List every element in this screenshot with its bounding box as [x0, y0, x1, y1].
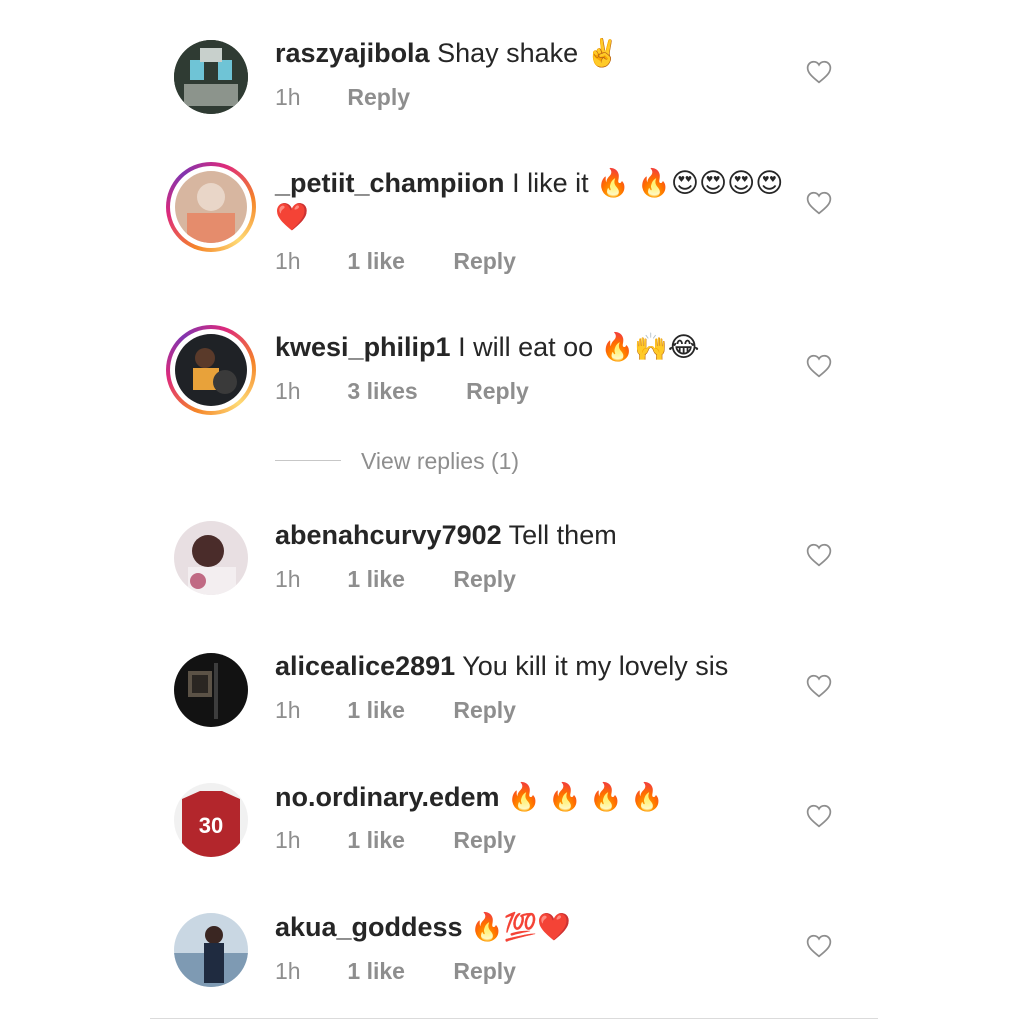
view-replies-label[interactable]: View replies (1) [361, 448, 519, 475]
heart-outline-icon[interactable] [806, 804, 832, 828]
reply-button[interactable]: Reply [347, 84, 410, 111]
replies-divider [275, 460, 341, 461]
avatar[interactable] [174, 653, 248, 727]
comment-meta: 1h 3 likes Reply [275, 378, 529, 405]
comment-meta: 1h 1 like Reply [275, 697, 516, 724]
comment-text: Tell them [508, 520, 617, 550]
comment-text: I will eat oo 🔥🙌😂 [458, 332, 700, 362]
comment-username[interactable]: abenahcurvy7902 [275, 520, 502, 550]
reply-button[interactable]: Reply [453, 248, 516, 275]
comment-text: You kill it my lovely sis [462, 651, 729, 681]
comment-text: 🔥💯❤️ [470, 912, 571, 942]
avatar-image [174, 913, 248, 987]
avatar-image: 30 [174, 783, 248, 857]
comment-likes[interactable]: 3 likes [347, 378, 417, 405]
comments-list: raszyajibola Shay shake ✌️ 1h Reply _pet… [0, 0, 1024, 1024]
comment-meta: 1h 1 like Reply [275, 958, 516, 985]
avatar[interactable] [174, 40, 248, 114]
comment-body: kwesi_philip1 I will eat oo 🔥🙌😂 [275, 330, 785, 364]
comment-body: no.ordinary.edem 🔥 🔥 🔥 🔥 [275, 780, 785, 814]
comment-time: 1h [275, 958, 301, 984]
avatar-image [175, 334, 247, 406]
avatar[interactable] [166, 325, 256, 415]
comment-username[interactable]: alicealice2891 [275, 651, 455, 681]
divider [150, 1018, 878, 1019]
comment-body: akua_goddess 🔥💯❤️ [275, 910, 785, 944]
avatar[interactable] [174, 913, 248, 987]
heart-outline-icon[interactable] [806, 354, 832, 378]
comment-time: 1h [275, 248, 301, 274]
avatar[interactable]: 30 [174, 783, 248, 857]
comment-username[interactable]: raszyajibola [275, 38, 430, 68]
comment-time: 1h [275, 566, 301, 592]
heart-outline-icon[interactable] [806, 934, 832, 958]
reply-button[interactable]: Reply [466, 378, 529, 405]
comment-likes[interactable]: 1 like [347, 827, 405, 854]
comment-text: Shay shake ✌️ [437, 38, 620, 68]
comment-meta: 1h 1 like Reply [275, 566, 516, 593]
comment-body: abenahcurvy7902 Tell them [275, 518, 785, 552]
comment-username[interactable]: no.ordinary.edem [275, 782, 500, 812]
avatar-image [174, 40, 248, 114]
avatar-image [175, 171, 247, 243]
comment-meta: 1h Reply [275, 84, 410, 111]
comment-username[interactable]: akua_goddess [275, 912, 463, 942]
comment-time: 1h [275, 378, 301, 404]
reply-button[interactable]: Reply [453, 566, 516, 593]
comment-time: 1h [275, 827, 301, 853]
comment-body: alicealice2891 You kill it my lovely sis [275, 649, 785, 683]
reply-button[interactable]: Reply [453, 827, 516, 854]
heart-outline-icon[interactable] [806, 674, 832, 698]
avatar-image [174, 653, 248, 727]
comment-meta: 1h 1 like Reply [275, 827, 516, 854]
heart-outline-icon[interactable] [806, 60, 832, 84]
comment-time: 1h [275, 697, 301, 723]
heart-outline-icon[interactable] [806, 191, 832, 215]
comment-meta: 1h 1 like Reply [275, 248, 516, 275]
comment-username[interactable]: _petiit_champiion [275, 168, 505, 198]
avatar[interactable] [174, 521, 248, 595]
comment-time: 1h [275, 84, 301, 110]
jersey-number: 30 [199, 813, 223, 838]
comment-body: raszyajibola Shay shake ✌️ [275, 36, 785, 70]
comment-likes[interactable]: 1 like [347, 566, 405, 593]
comment-text: 🔥 🔥 🔥 🔥 [507, 782, 665, 812]
heart-outline-icon[interactable] [806, 543, 832, 567]
comment-username[interactable]: kwesi_philip1 [275, 332, 451, 362]
reply-button[interactable]: Reply [453, 958, 516, 985]
reply-button[interactable]: Reply [453, 697, 516, 724]
comment-likes[interactable]: 1 like [347, 958, 405, 985]
comment-likes[interactable]: 1 like [347, 697, 405, 724]
comment-body: _petiit_champiion I like it 🔥 🔥😍😍😍😍❤️ [275, 166, 785, 234]
comment-likes[interactable]: 1 like [347, 248, 405, 275]
avatar[interactable] [166, 162, 256, 252]
avatar-image [174, 521, 248, 595]
